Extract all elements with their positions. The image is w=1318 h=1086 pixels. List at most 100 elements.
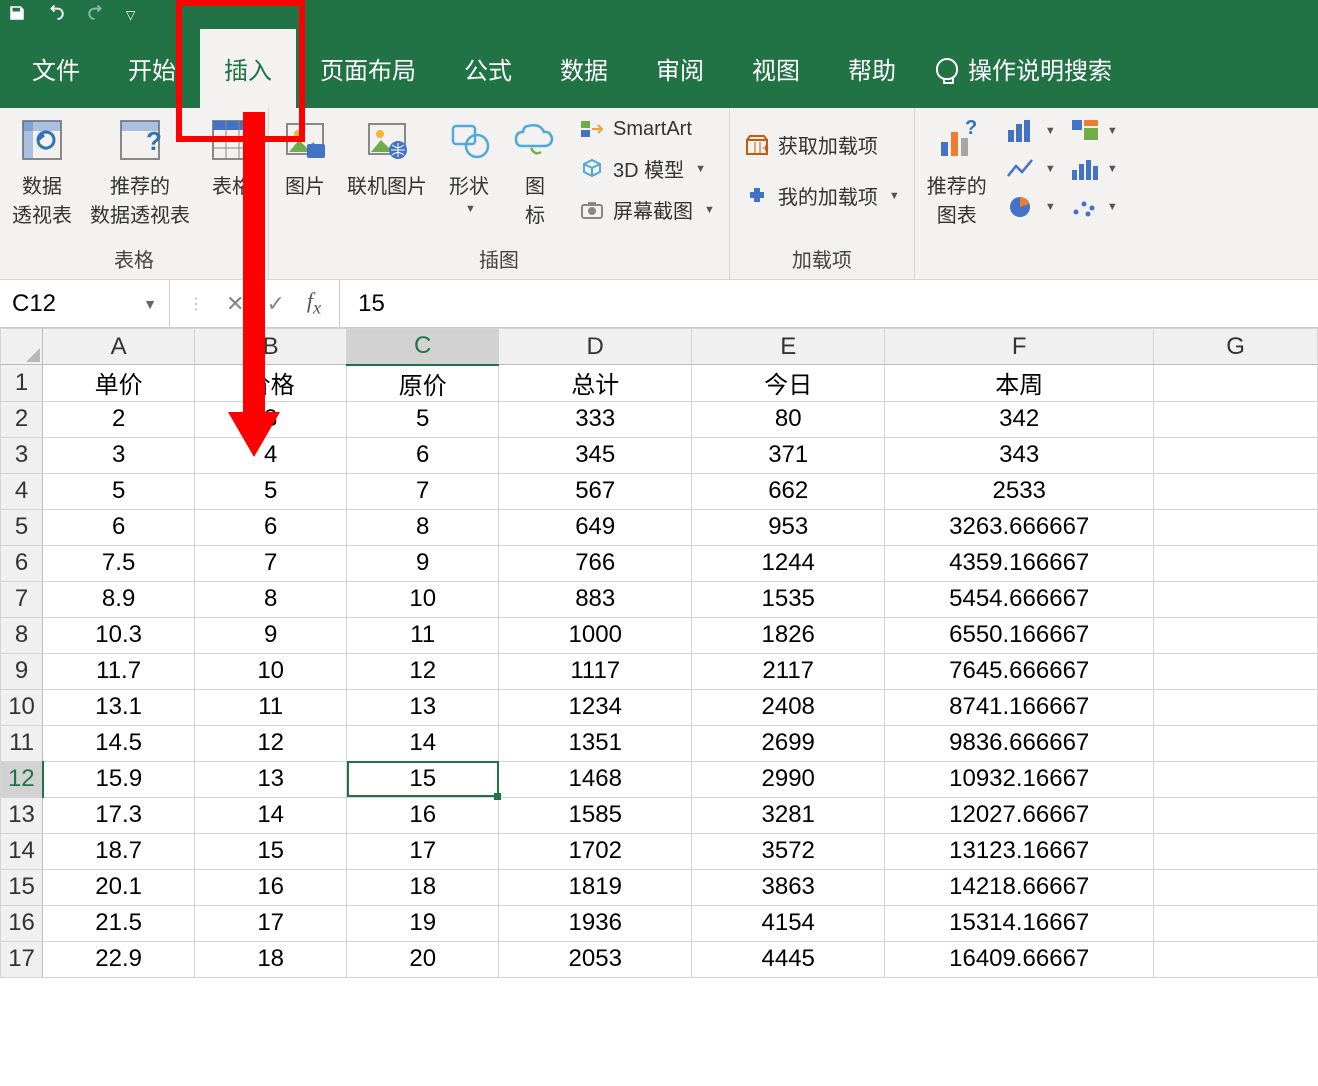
cell[interactable]: 371 — [692, 437, 885, 473]
cell[interactable]: 3 — [43, 437, 195, 473]
cell[interactable] — [1154, 617, 1318, 653]
row-header[interactable]: 8 — [1, 617, 43, 653]
table-button[interactable]: 表格 — [206, 114, 258, 201]
cell[interactable]: 12 — [347, 653, 499, 689]
row-header[interactable]: 1 — [1, 365, 43, 402]
screenshot-button[interactable]: 屏幕截图▼ — [575, 193, 719, 226]
tab-insert[interactable]: 插入 — [200, 29, 296, 108]
cell[interactable]: 1535 — [692, 581, 885, 617]
cell[interactable] — [1154, 545, 1318, 581]
row-header[interactable]: 11 — [1, 725, 43, 761]
cell[interactable]: 18 — [347, 869, 499, 905]
cell[interactable]: 16 — [195, 869, 347, 905]
cell[interactable]: 20.1 — [43, 869, 195, 905]
statistic-chart-button[interactable]: ▼ — [1065, 152, 1121, 186]
cell[interactable]: 2699 — [692, 725, 885, 761]
formula-input[interactable] — [340, 280, 1318, 327]
cell[interactable]: 1936 — [499, 905, 692, 941]
cell[interactable]: 9 — [195, 617, 347, 653]
cell[interactable] — [1154, 473, 1318, 509]
formula-handle-icon[interactable]: ⋮ — [188, 294, 204, 314]
cell[interactable]: 2990 — [692, 761, 885, 797]
enter-icon[interactable]: ✓ — [266, 291, 284, 317]
cell[interactable]: 2 — [43, 401, 195, 437]
cell[interactable]: 14 — [347, 725, 499, 761]
cell[interactable]: 80 — [692, 401, 885, 437]
icons-button[interactable]: 图 标 — [509, 114, 561, 230]
cell[interactable]: 7 — [195, 545, 347, 581]
row-header[interactable]: 6 — [1, 545, 43, 581]
cell[interactable] — [1154, 833, 1318, 869]
cell[interactable]: 2053 — [499, 941, 692, 977]
cell[interactable]: 5454.666667 — [885, 581, 1154, 617]
cell[interactable]: 17.3 — [43, 797, 195, 833]
row-header[interactable]: 13 — [1, 797, 43, 833]
3d-model-button[interactable]: 3D 模型▼ — [575, 152, 719, 185]
cell[interactable]: 13123.16667 — [885, 833, 1154, 869]
cell[interactable]: 16409.66667 — [885, 941, 1154, 977]
cell[interactable]: 5 — [195, 473, 347, 509]
row-header[interactable]: 7 — [1, 581, 43, 617]
cell[interactable]: 345 — [499, 437, 692, 473]
cell[interactable] — [1154, 401, 1318, 437]
cell[interactable] — [1154, 725, 1318, 761]
cell[interactable] — [1154, 941, 1318, 977]
undo-icon[interactable] — [46, 4, 66, 27]
save-icon[interactable] — [8, 4, 26, 27]
cell[interactable] — [1154, 797, 1318, 833]
row-header[interactable]: 9 — [1, 653, 43, 689]
cell[interactable]: 8 — [347, 509, 499, 545]
cell[interactable]: 价格 — [195, 365, 347, 402]
recommended-charts-button[interactable]: ? 推荐的 图表 — [925, 114, 989, 230]
customize-qat-icon[interactable]: ▽ — [126, 8, 135, 22]
column-chart-button[interactable]: ▼ — [1003, 114, 1059, 148]
cell[interactable]: 20 — [347, 941, 499, 977]
tab-page-layout[interactable]: 页面布局 — [296, 29, 440, 108]
select-all-corner[interactable] — [1, 329, 43, 365]
cell[interactable]: 10.3 — [43, 617, 195, 653]
row-header[interactable]: 16 — [1, 905, 43, 941]
my-addins-button[interactable]: 我的加载项▼ — [740, 179, 904, 212]
tab-data[interactable]: 数据 — [536, 29, 632, 108]
cell[interactable]: 17 — [195, 905, 347, 941]
tab-view[interactable]: 视图 — [728, 29, 824, 108]
cell[interactable]: 2117 — [692, 653, 885, 689]
cell[interactable]: 7645.666667 — [885, 653, 1154, 689]
cell[interactable]: 4359.166667 — [885, 545, 1154, 581]
cell[interactable]: 1702 — [499, 833, 692, 869]
tell-me-search[interactable]: 操作说明搜索 — [920, 29, 1128, 108]
cell[interactable]: 10 — [195, 653, 347, 689]
cell[interactable]: 单价 — [43, 365, 195, 402]
cell[interactable]: 649 — [499, 509, 692, 545]
cell[interactable] — [1154, 689, 1318, 725]
recommended-pivot-button[interactable]: ? 推荐的 数据透视表 — [88, 114, 192, 230]
cell[interactable]: 13.1 — [43, 689, 195, 725]
cell[interactable]: 18.7 — [43, 833, 195, 869]
cell[interactable]: 1585 — [499, 797, 692, 833]
cell[interactable]: 5 — [43, 473, 195, 509]
cell[interactable]: 22.9 — [43, 941, 195, 977]
column-header-D[interactable]: D — [499, 329, 692, 365]
tab-review[interactable]: 审阅 — [632, 29, 728, 108]
cell[interactable] — [1154, 509, 1318, 545]
cell[interactable]: 3 — [195, 401, 347, 437]
fx-icon[interactable]: fx — [307, 288, 321, 318]
cell[interactable]: 343 — [885, 437, 1154, 473]
cell[interactable]: 2533 — [885, 473, 1154, 509]
cell[interactable] — [1154, 869, 1318, 905]
cell[interactable]: 本周 — [885, 365, 1154, 402]
tab-help[interactable]: 帮助 — [824, 29, 920, 108]
tab-formulas[interactable]: 公式 — [440, 29, 536, 108]
cell[interactable]: 今日 — [692, 365, 885, 402]
pivot-table-button[interactable]: 数据 透视表 — [10, 114, 74, 230]
row-header[interactable]: 15 — [1, 869, 43, 905]
cell[interactable]: 10 — [347, 581, 499, 617]
cell[interactable]: 11.7 — [43, 653, 195, 689]
cell[interactable]: 6 — [195, 509, 347, 545]
cell[interactable]: 11 — [347, 617, 499, 653]
cell[interactable]: 7 — [347, 473, 499, 509]
scatter-chart-button[interactable]: ▼ — [1065, 190, 1121, 224]
cell[interactable]: 14 — [195, 797, 347, 833]
cell[interactable] — [1154, 365, 1318, 402]
hierarchy-chart-button[interactable]: ▼ — [1065, 114, 1121, 148]
